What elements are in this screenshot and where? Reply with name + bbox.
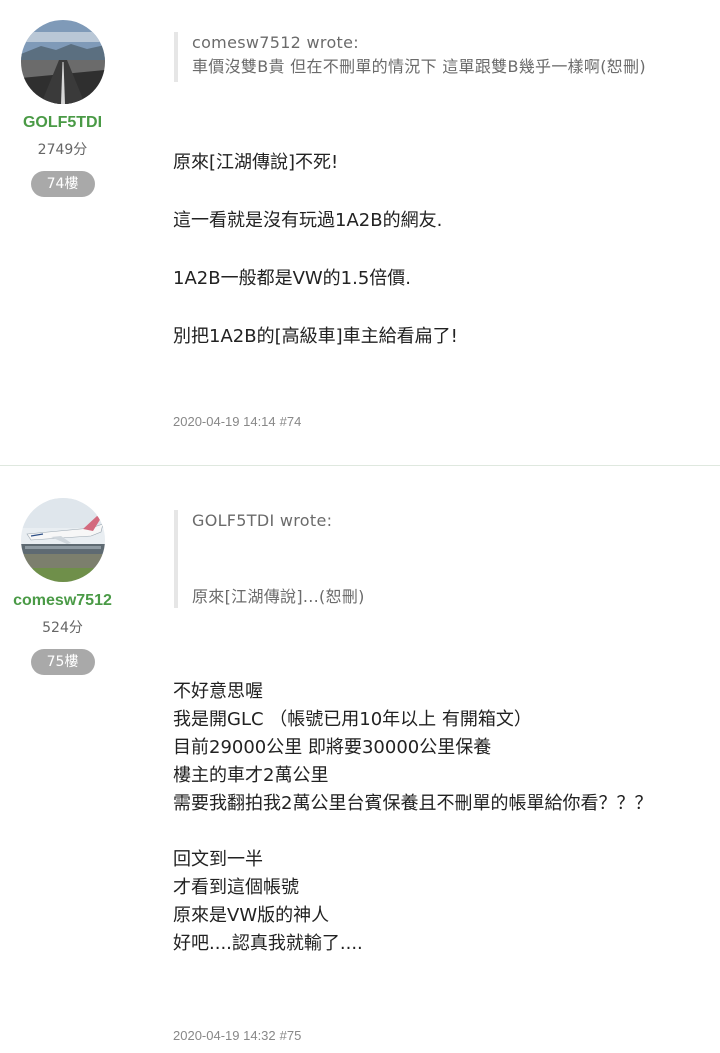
author-name[interactable]: comesw7512 bbox=[0, 592, 125, 610]
body-line: 原來是VW版的神人 bbox=[173, 905, 330, 926]
post-75: comesw7512 524分 75樓 GOLF5TDI wrote: 原來[江… bbox=[0, 466, 720, 1053]
author-score: 2749分 bbox=[37, 142, 88, 158]
quote-text: 原來[江湖傳說]...(恕刪) bbox=[192, 587, 365, 606]
quote-text: 車價沒雙B貴 但在不刪單的情況下 這單跟雙B幾乎一樣啊(恕刪) bbox=[192, 57, 646, 76]
author-name[interactable]: GOLF5TDI bbox=[0, 114, 125, 132]
body-line: 回文到一半 bbox=[173, 849, 263, 870]
quote-author: comesw7512 wrote: bbox=[192, 33, 359, 52]
post-74: GOLF5TDI 2749分 74樓 comesw7512 wrote: 車價沒… bbox=[0, 0, 720, 466]
author-score: 524分 bbox=[42, 620, 83, 636]
body-line: 不好意思喔 bbox=[173, 681, 263, 702]
body-line: 樓主的車才2萬公里 bbox=[173, 765, 329, 786]
post-date: 2020-04-19 14:14 bbox=[173, 414, 276, 429]
body-line: 目前29000公里 即將要30000公里保養 bbox=[173, 737, 492, 758]
body-line: 我是開GLC （帳號已用10年以上 有開箱文） bbox=[173, 709, 532, 730]
body-line: 這一看就是沒有玩過1A2B的網友. bbox=[173, 210, 443, 231]
quote-block: GOLF5TDI wrote: 原來[江湖傳說]...(恕刪) bbox=[174, 510, 720, 608]
post-number[interactable]: #75 bbox=[280, 1028, 302, 1043]
floor-badge: 75樓 bbox=[30, 649, 95, 675]
avatar[interactable] bbox=[20, 20, 105, 104]
body-line: 1A2B一般都是VW的1.5倍價. bbox=[173, 268, 412, 289]
floor-badge: 74樓 bbox=[30, 171, 95, 197]
post-number[interactable]: #74 bbox=[280, 414, 302, 429]
body-line: 好吧....認真我就輸了.... bbox=[173, 933, 363, 954]
author-panel: comesw7512 524分 75樓 bbox=[0, 498, 125, 675]
post-body: 原來[江湖傳說]不死! 這一看就是沒有玩過1A2B的網友. 1A2B一般都是VW… bbox=[173, 150, 458, 350]
author-panel: GOLF5TDI 2749分 74樓 bbox=[0, 20, 125, 197]
post-date: 2020-04-19 14:32 bbox=[173, 1028, 276, 1043]
body-line: 需要我翻拍我2萬公里台賓保養且不刪單的帳單給你看？？？ bbox=[173, 793, 653, 814]
post-meta: 2020-04-19 14:14 #74 bbox=[173, 414, 305, 429]
avatar[interactable] bbox=[20, 498, 105, 582]
body-line: 才看到這個帳號 bbox=[173, 877, 299, 898]
post-meta: 2020-04-19 14:32 #75 bbox=[173, 1028, 305, 1043]
quote-author: GOLF5TDI wrote: bbox=[192, 511, 333, 530]
body-line: 原來[江湖傳說]不死! bbox=[173, 152, 339, 173]
body-line: 別把1A2B的[高級車]車主給看扁了! bbox=[173, 326, 458, 347]
quote-block: comesw7512 wrote: 車價沒雙B貴 但在不刪單的情況下 這單跟雙B… bbox=[174, 32, 720, 82]
post-body: 不好意思喔 我是開GLC （帳號已用10年以上 有開箱文） 目前29000公里 … bbox=[173, 678, 652, 958]
